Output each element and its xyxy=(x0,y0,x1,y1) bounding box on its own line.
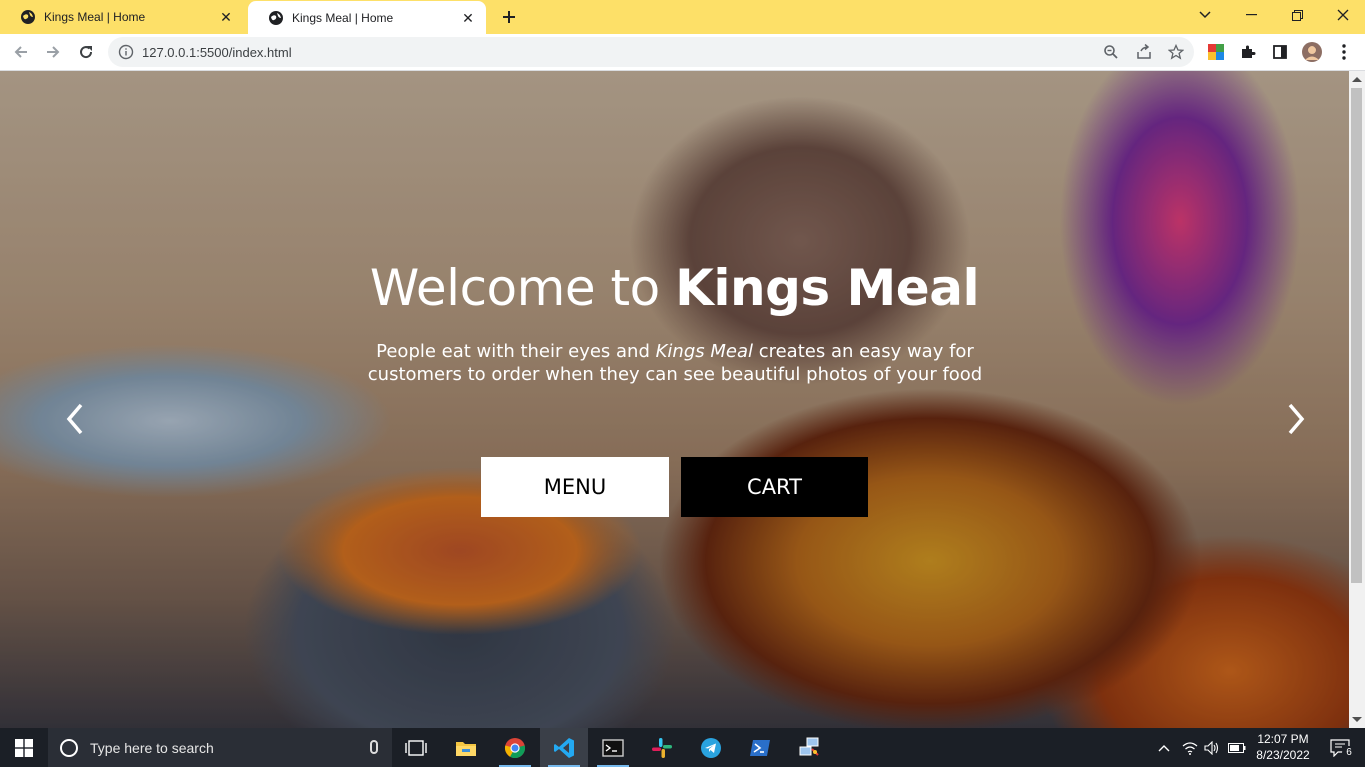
menu-button[interactable]: MENU xyxy=(481,457,669,517)
close-tab-icon[interactable]: ✕ xyxy=(218,9,234,25)
microphone-icon[interactable] xyxy=(370,740,378,754)
carousel-prev-icon[interactable] xyxy=(60,401,90,437)
page-scrollbar[interactable] xyxy=(1349,71,1365,728)
restore-button[interactable] xyxy=(1274,0,1320,30)
tab-title: Kings Meal | Home xyxy=(292,11,394,25)
side-panel-icon[interactable] xyxy=(1270,42,1290,62)
cart-button[interactable]: CART xyxy=(681,457,868,517)
cortana-icon xyxy=(60,738,78,757)
globe-icon xyxy=(268,10,284,26)
windows-taskbar: Type here to search 12:07 PM 8/23/2022 6 xyxy=(0,728,1365,767)
bookmark-star-icon[interactable] xyxy=(1167,43,1185,60)
taskbar-search-input[interactable]: Type here to search xyxy=(48,728,392,767)
close-tab-icon[interactable]: ✕ xyxy=(460,10,476,26)
tray-chevron-up-icon[interactable] xyxy=(1154,728,1174,767)
notification-count-badge: 6 xyxy=(1342,746,1356,760)
profile-avatar[interactable] xyxy=(1302,42,1322,62)
windows-start-icon[interactable] xyxy=(0,728,48,767)
tab-search-icon[interactable] xyxy=(1182,0,1228,30)
globe-icon xyxy=(20,9,36,25)
battery-icon[interactable] xyxy=(1226,728,1248,767)
clock-time: 12:07 PM xyxy=(1257,732,1309,746)
chrome-icon[interactable] xyxy=(491,728,539,767)
notification-center-icon[interactable]: 6 xyxy=(1320,728,1360,767)
tab-title: Kings Meal | Home xyxy=(44,10,146,24)
url-text: 127.0.0.1:5500/index.html xyxy=(142,45,292,60)
extension-color-icon[interactable] xyxy=(1206,42,1226,62)
wifi-icon[interactable] xyxy=(1180,728,1200,767)
close-window-button[interactable] xyxy=(1320,0,1365,30)
terminal-icon[interactable] xyxy=(589,728,637,767)
tab-kings-meal-2[interactable]: Kings Meal | Home ✕ xyxy=(248,1,486,35)
new-tab-button[interactable] xyxy=(498,6,520,28)
more-menu-icon[interactable] xyxy=(1334,42,1354,62)
carousel-next-icon[interactable] xyxy=(1281,401,1311,437)
powershell-icon[interactable] xyxy=(736,728,784,767)
file-explorer-icon[interactable] xyxy=(442,728,490,767)
search-placeholder: Type here to search xyxy=(90,739,214,756)
browser-toolbar: 127.0.0.1:5500/index.html xyxy=(0,34,1365,71)
site-info-icon[interactable] xyxy=(118,44,134,65)
tab-strip: Kings Meal | Home ✕ Kings Meal | Home ✕ xyxy=(0,0,1365,35)
tab-kings-meal-1[interactable]: Kings Meal | Home ✕ xyxy=(0,0,244,34)
network-app-icon[interactable] xyxy=(785,728,833,767)
hero-title: Welcome to Kings Meal xyxy=(369,259,980,317)
minimize-button[interactable] xyxy=(1228,0,1274,30)
telegram-icon[interactable] xyxy=(687,728,735,767)
extensions-puzzle-icon[interactable] xyxy=(1238,42,1258,62)
volume-icon[interactable] xyxy=(1202,728,1222,767)
share-icon[interactable] xyxy=(1136,43,1152,60)
brand-name: Kings Meal xyxy=(675,259,980,317)
back-button[interactable] xyxy=(8,39,34,65)
scroll-up-arrow-icon[interactable] xyxy=(1352,77,1362,82)
brand-name-italic: Kings Meal xyxy=(655,341,753,362)
taskbar-clock[interactable]: 12:07 PM 8/23/2022 xyxy=(1248,731,1318,763)
hero-description: People eat with their eyes and Kings Mea… xyxy=(367,341,983,385)
scrollbar-thumb[interactable] xyxy=(1351,88,1362,583)
zoom-icon[interactable] xyxy=(1103,44,1119,60)
scroll-down-arrow-icon[interactable] xyxy=(1352,717,1362,722)
food-background-image xyxy=(0,71,1349,728)
task-view-icon[interactable] xyxy=(392,728,440,767)
slack-icon[interactable] xyxy=(638,728,686,767)
hero-section: Welcome to Kings Meal People eat with th… xyxy=(0,71,1349,728)
clock-date: 8/23/2022 xyxy=(1256,748,1310,762)
vscode-icon[interactable] xyxy=(540,728,588,767)
reload-button[interactable] xyxy=(73,39,99,65)
address-bar[interactable]: 127.0.0.1:5500/index.html xyxy=(108,37,1194,67)
forward-button[interactable] xyxy=(40,39,66,65)
